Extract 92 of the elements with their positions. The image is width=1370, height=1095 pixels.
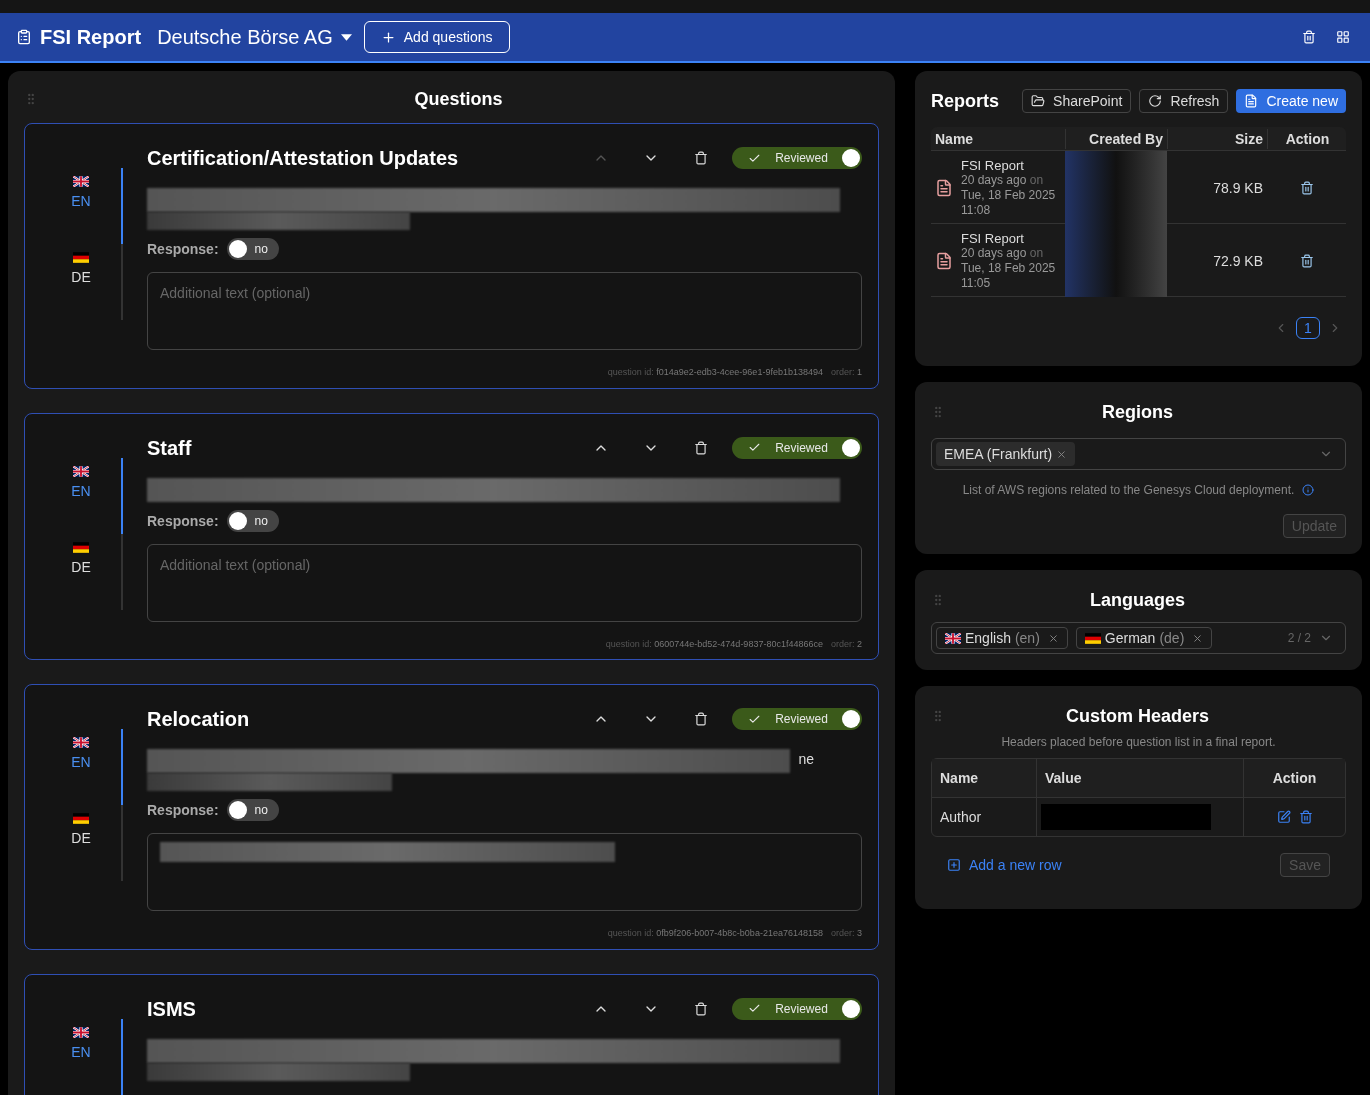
- refresh-icon: [1148, 94, 1163, 108]
- german-flag-icon: [1084, 632, 1101, 644]
- trash-icon: [694, 712, 708, 726]
- region-tag: EMEA (Frankfurt): [936, 442, 1076, 466]
- company-dropdown[interactable]: Deutsche Börse AG: [157, 23, 352, 51]
- report-size: 78.9 KB: [1212, 178, 1264, 198]
- column-header: Created By: [1065, 128, 1167, 149]
- edit-icon[interactable]: [1276, 810, 1291, 824]
- language-tab[interactable]: EN: [41, 729, 123, 805]
- column-header: Name: [939, 769, 980, 788]
- question-text-fragment: ne: [798, 750, 814, 769]
- regions-hint: List of AWS regions related to the Genesys Cloud deployment.: [962, 482, 1295, 498]
- report-name[interactable]: FSI Report: [961, 230, 1065, 246]
- column-header: Size: [1167, 128, 1267, 149]
- refresh-button[interactable]: Refresh: [1139, 89, 1229, 113]
- response-toggle[interactable]: no: [226, 238, 279, 260]
- add-square-icon: [947, 858, 961, 872]
- sharepoint-button[interactable]: SharePoint: [1022, 89, 1132, 113]
- delete-icon[interactable]: [1298, 810, 1313, 824]
- caret-icon: [340, 33, 352, 41]
- uk-flag-icon: [945, 632, 961, 644]
- check-icon: [748, 1002, 761, 1015]
- german-flag-icon: [73, 541, 89, 553]
- folder-icon: [1031, 94, 1046, 108]
- add-row-link[interactable]: Add a new row: [947, 855, 1062, 875]
- panel-title: Custom Headers: [1064, 705, 1210, 728]
- language-tab[interactable]: DE: [41, 244, 123, 320]
- trash-icon: [694, 151, 708, 165]
- question-title: Relocation: [147, 707, 251, 732]
- german-flag-icon: [73, 252, 89, 263]
- language-tab[interactable]: DE: [41, 805, 123, 881]
- reviewed-toggle[interactable]: Reviewed: [732, 436, 862, 459]
- languages-select[interactable]: English (en) German (de) 2 / 2: [931, 622, 1346, 654]
- report-name[interactable]: FSI Report: [961, 157, 1065, 173]
- regions-select[interactable]: EMEA (Frankfurt): [931, 438, 1346, 470]
- plus-icon: [380, 29, 396, 45]
- header-name-cell-text: Author: [939, 808, 983, 827]
- uk-flag-icon: [73, 176, 89, 187]
- pdf-file-icon: [935, 178, 953, 197]
- close-icon[interactable]: [1192, 632, 1204, 644]
- response-label: Response:: [147, 801, 219, 820]
- panel-title: Regions: [1101, 401, 1174, 424]
- close-icon[interactable]: [1056, 448, 1068, 460]
- additional-text-field[interactable]: [147, 833, 862, 911]
- german-flag-icon: [73, 813, 89, 824]
- reviewed-toggle[interactable]: Reviewed: [732, 997, 862, 1020]
- language-tag: German (de): [1075, 627, 1213, 649]
- delete-icon[interactable]: [1300, 180, 1314, 195]
- language-tab[interactable]: EN: [41, 1018, 123, 1095]
- question-title: Staff: [147, 435, 193, 461]
- uk-flag-icon: [73, 465, 89, 477]
- page-button[interactable]: 1: [1296, 317, 1320, 339]
- response-label: Response:: [147, 240, 219, 259]
- column-header: Action: [1267, 128, 1347, 149]
- add-questions-button[interactable]: Add questions: [363, 21, 510, 53]
- info-icon[interactable]: [1302, 484, 1315, 496]
- app-title: FSI Report: [40, 25, 142, 50]
- close-icon[interactable]: [1047, 632, 1059, 644]
- language-tab[interactable]: DE: [41, 533, 123, 610]
- report-date: 20 days ago on Tue, 18 Feb 2025 11:05: [961, 245, 1057, 291]
- delete-icon[interactable]: [1300, 253, 1314, 268]
- response-toggle[interactable]: no: [226, 799, 279, 821]
- question-title: Certification/Attestation Updates: [147, 146, 460, 171]
- column-header: Action: [1243, 759, 1345, 797]
- question-title: ISMS: [147, 996, 197, 1022]
- reviewed-toggle[interactable]: Reviewed: [732, 708, 862, 730]
- uk-flag-icon: [73, 1026, 89, 1038]
- response-label: Response:: [147, 511, 219, 531]
- language-tab[interactable]: EN: [41, 457, 123, 534]
- trash-icon: [694, 440, 708, 455]
- report-size: 72.9 KB: [1212, 251, 1264, 271]
- report-date: 20 days ago on Tue, 18 Feb 2025 11:08: [961, 172, 1057, 218]
- grid-icon[interactable]: [1336, 30, 1350, 44]
- panel-title: Reports: [931, 90, 1000, 113]
- uk-flag-icon: [73, 737, 89, 748]
- language-tag: English (en): [936, 627, 1068, 649]
- panel-title: Languages: [1089, 589, 1186, 612]
- column-header: Value: [1036, 759, 1243, 797]
- check-icon: [748, 441, 761, 454]
- selection-count: 2 / 2: [1287, 630, 1311, 646]
- column-header: Name: [934, 129, 975, 149]
- trash-icon: [694, 1001, 708, 1016]
- language-tab[interactable]: EN: [41, 168, 123, 244]
- panel-title: Questions: [413, 88, 504, 111]
- pdf-file-icon: [935, 251, 953, 270]
- create-button[interactable]: Create new: [1236, 89, 1346, 113]
- custom-headers-subtitle: Headers placed before question list in a final report.: [1000, 734, 1277, 750]
- trash-icon[interactable]: [1302, 30, 1316, 44]
- response-toggle[interactable]: no: [226, 509, 279, 532]
- document-icon: [1244, 94, 1259, 108]
- reviewed-toggle[interactable]: Reviewed: [732, 147, 862, 169]
- clipboard-icon: [16, 29, 32, 45]
